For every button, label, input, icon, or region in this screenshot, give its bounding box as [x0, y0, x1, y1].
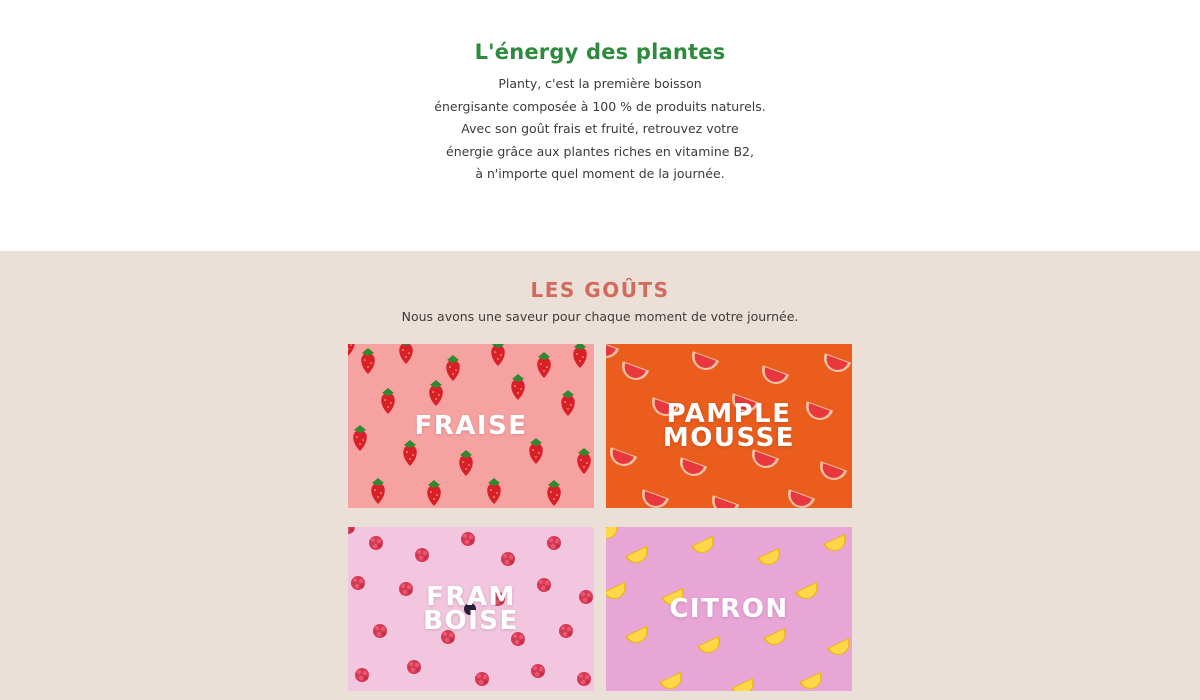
- flavor-card-pamplemousse[interactable]: PAMPLE MOUSSE: [606, 344, 852, 508]
- flavors-section: LES GOÛTS Nous avons une saveur pour cha…: [0, 251, 1200, 700]
- flavor-card-citron[interactable]: CITRON: [606, 527, 852, 691]
- flavor-card-framboise[interactable]: FRAM BOISE: [348, 527, 594, 691]
- flavor-card-label: FRAISE: [414, 411, 528, 441]
- flavors-title: LES GOÛTS: [530, 278, 670, 302]
- intro-line: à n'importe quel moment de la journée.: [475, 166, 725, 181]
- flavor-card-label: PAMPLE MOUSSE: [662, 399, 796, 453]
- flavor-card-fraise[interactable]: FRAISE: [348, 344, 594, 508]
- flavors-subtitle: Nous avons une saveur pour chaque moment…: [401, 309, 799, 324]
- page-title: L'énergy des plantes: [474, 40, 726, 64]
- intro-line: Avec son goût frais et fruité, retrouvez…: [461, 121, 739, 136]
- intro-line: énergie grâce aux plantes riches en vita…: [446, 143, 754, 159]
- intro-text: Planty, c'est la première boisson énergi…: [0, 73, 1200, 186]
- flavor-card-label: CITRON: [669, 594, 789, 624]
- flavor-card-label: FRAM BOISE: [423, 582, 519, 636]
- intro-line: Planty, c'est la première boisson: [498, 76, 702, 91]
- intro-line: énergisante composée à 100 % de produits…: [434, 98, 766, 114]
- hero-section: L'énergy des plantes Planty, c'est la pr…: [0, 0, 1200, 251]
